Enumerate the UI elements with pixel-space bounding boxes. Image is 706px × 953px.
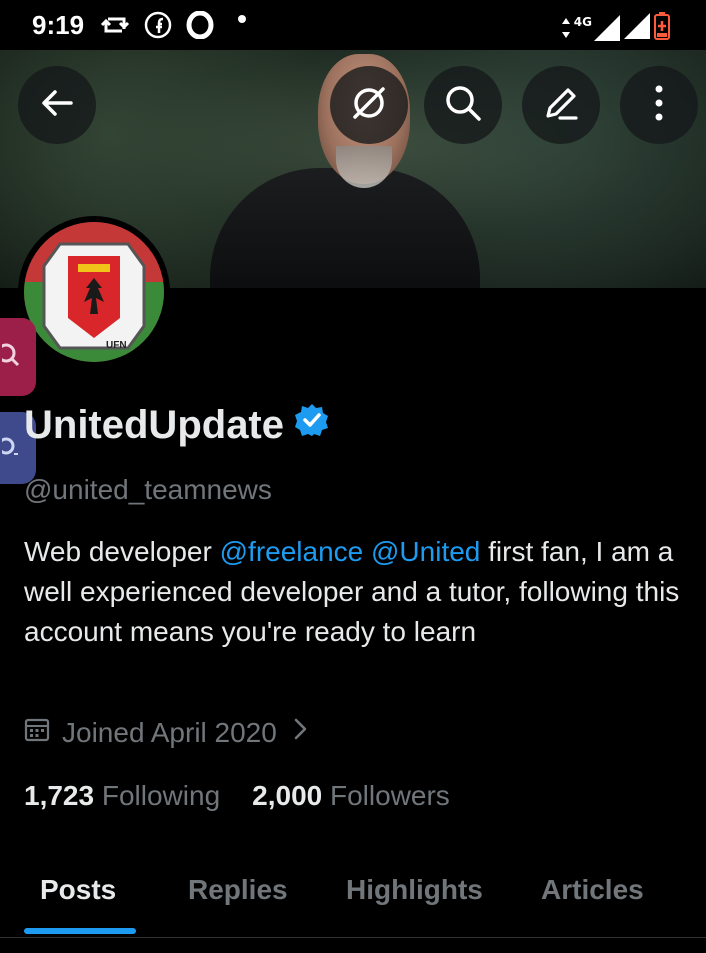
sync-icon [100, 11, 130, 43]
chevron-right-icon [289, 716, 311, 749]
profile-tabs: Posts Replies Highlights Articles [0, 858, 706, 938]
back-button[interactable] [18, 66, 96, 144]
display-name: UnitedUpdate [24, 402, 284, 447]
search-icon [442, 82, 484, 128]
battery-icon [654, 12, 670, 44]
following-label: Following [101, 780, 221, 811]
tab-posts[interactable]: Posts [40, 874, 116, 906]
facebook-icon [144, 11, 172, 43]
floating-assist-icon [0, 432, 22, 464]
edit-icon [540, 82, 582, 128]
verified-badge-icon [294, 402, 330, 448]
calendar-icon [24, 716, 50, 749]
bio-text-1: Web developer [24, 536, 220, 567]
hide-icon [348, 82, 390, 128]
profile-name-row: UnitedUpdate [24, 402, 330, 448]
mention-freelance-link[interactable]: @freelance [220, 536, 364, 567]
joined-row[interactable]: Joined April 2020 [24, 716, 311, 749]
back-icon [37, 83, 77, 127]
following-link[interactable]: 1,723 Following [24, 780, 220, 812]
signal-icon: 4G [560, 15, 620, 41]
avatar[interactable]: UFN [18, 216, 170, 368]
following-count: 1,723 [24, 780, 95, 811]
followers-label: Followers [330, 780, 450, 811]
mention-united-link[interactable]: @United [371, 536, 480, 567]
opera-icon [186, 10, 214, 43]
profile-handle: @united_teamnews [24, 474, 272, 505]
club-crest-icon [24, 222, 164, 362]
status-bar: 9:19 4G [0, 0, 706, 50]
avatar-image: UFN [24, 222, 164, 362]
active-tab-indicator [24, 928, 136, 934]
hide-button[interactable] [330, 66, 408, 144]
wifi-icon [624, 13, 650, 43]
tab-articles[interactable]: Articles [541, 874, 644, 906]
status-right: 4G [560, 12, 670, 44]
followers-link[interactable]: 2,000 Followers [252, 780, 450, 812]
profile-bio: Web developer @freelance @United first f… [24, 532, 684, 652]
floating-search-tab[interactable] [0, 318, 36, 396]
bio-space [363, 536, 371, 567]
edit-button[interactable] [522, 66, 600, 144]
joined-date: Joined April 2020 [62, 716, 277, 748]
status-time: 9:19 [32, 10, 85, 40]
tab-highlights[interactable]: Highlights [346, 874, 483, 906]
avatar-badge-text: UFN [106, 340, 127, 351]
search-button[interactable] [424, 66, 502, 144]
more-button[interactable] [620, 66, 698, 144]
network-label: 4G [573, 15, 592, 29]
followers-count: 2,000 [252, 780, 323, 811]
tab-replies[interactable]: Replies [188, 874, 288, 906]
follow-counts: 1,723 Following 2,000 Followers [24, 780, 450, 812]
floating-search-icon [0, 341, 22, 373]
dot-icon [238, 15, 246, 23]
more-icon [653, 83, 665, 127]
